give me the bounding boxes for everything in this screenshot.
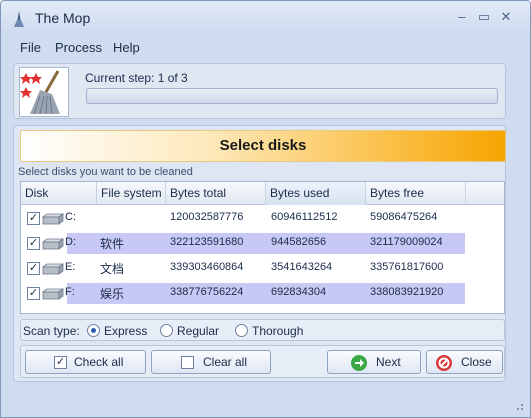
column-file-system[interactable]: File system [97,182,166,205]
app-window: The Mop – ▭ ✕ File Process Help Current … [0,0,531,418]
cell-disk: D: [65,236,76,248]
mop-logo [19,67,69,117]
column-disk[interactable]: Disk [21,182,97,205]
checked-box-icon: ✓ [54,356,67,369]
cell-bytes-free: 59086475264 [370,211,438,223]
table-row[interactable]: ✓ C: 120032587776 60946112512 59086475264 [21,206,504,231]
select-disks-panel: Select disks Select disks you want to be… [13,125,506,382]
cell-bytes-used: 944582656 [271,236,327,248]
cell-disk: F: [65,286,75,298]
title-bar[interactable]: The Mop – ▭ ✕ [1,1,530,35]
close-label: Close [461,355,492,369]
hard-drive-icon [42,288,64,300]
column-bytes-used[interactable]: Bytes used [266,182,366,205]
resize-grip-icon[interactable] [514,401,524,411]
table-row[interactable]: ✓ E: 文档 339303460864 3541643264 335761817600 [21,256,504,281]
hard-drive-icon [42,238,64,250]
cell-bytes-free: 338083921920 [370,286,444,298]
hard-drive-icon [42,213,64,225]
hard-drive-icon [42,263,64,275]
scan-type-label: Scan type: [23,324,80,338]
table-row[interactable]: ✓ D: 软件 322123591680 944582656 321179009024 [21,231,504,256]
next-arrow-icon [351,355,367,371]
next-button[interactable]: Next [327,350,421,374]
next-label: Next [376,355,401,369]
minimize-button[interactable]: – [451,7,473,27]
cell-bytes-total: 339303460864 [170,261,244,273]
column-bytes-free[interactable]: Bytes free [366,182,466,205]
check-all-label: Check all [74,355,124,369]
menu-file[interactable]: File [20,40,41,55]
column-bytes-total[interactable]: Bytes total [166,182,266,205]
cell-bytes-free: 321179009024 [370,236,443,248]
table-header: Disk File system Bytes total Bytes used … [21,182,504,205]
cell-bytes-free: 335761817600 [370,261,444,273]
menu-bar: File Process Help [1,36,530,58]
row-checkbox[interactable]: ✓ [27,262,40,275]
row-checkbox[interactable]: ✓ [27,287,40,300]
cell-bytes-total: 322123591680 [170,236,244,248]
clear-all-label: Clear all [203,355,248,369]
clear-all-button[interactable]: Clear all [151,350,271,374]
menu-process[interactable]: Process [55,40,102,55]
step-progress-bar [86,88,498,104]
scan-type-group: Scan type: Express Regular Thorough [20,319,505,341]
cell-file-system: 文档 [100,262,125,276]
close-window-button[interactable]: ✕ [495,7,517,27]
cell-bytes-used: 692834304 [271,286,327,298]
row-checkbox[interactable]: ✓ [27,237,40,250]
scan-thorough-radio[interactable] [235,324,248,337]
unchecked-box-icon [181,356,194,369]
cell-disk: C: [65,211,76,223]
current-step-label: Current step: 1 of 3 [85,71,188,85]
action-bar: ✓ Check all Clear all Next Close [20,345,505,378]
step-panel: Current step: 1 of 3 [13,63,506,119]
mop-broom-icon [20,70,60,115]
menu-help[interactable]: Help [113,40,140,55]
scan-regular-label[interactable]: Regular [177,324,219,338]
disk-table: Disk File system Bytes total Bytes used … [20,181,505,314]
maximize-button[interactable]: ▭ [473,7,495,27]
row-checkbox[interactable]: ✓ [27,212,40,225]
scan-express-radio[interactable] [87,324,100,337]
mop-app-icon [14,11,24,27]
section-banner: Select disks [20,130,506,162]
scan-thorough-label[interactable]: Thorough [252,324,303,338]
cancel-icon [436,355,452,371]
cell-bytes-used: 60946112512 [271,211,338,223]
cell-file-system: 娱乐 [100,287,125,301]
cell-bytes-used: 3541643264 [271,261,333,273]
cell-bytes-total: 120032587776 [170,211,244,223]
close-button[interactable]: Close [426,350,503,374]
cell-disk: E: [65,261,76,273]
cell-bytes-total: 338776756224 [170,286,244,298]
check-all-button[interactable]: ✓ Check all [25,350,146,374]
window-title: The Mop [35,10,91,26]
scan-express-label[interactable]: Express [104,324,147,338]
cell-file-system: 软件 [100,237,125,251]
scan-regular-radio[interactable] [160,324,173,337]
instruction-text: Select disks you want to be cleaned [18,166,193,178]
table-row[interactable]: ✓ F: 娱乐 338776756224 692834304 338083921920 [21,281,504,306]
